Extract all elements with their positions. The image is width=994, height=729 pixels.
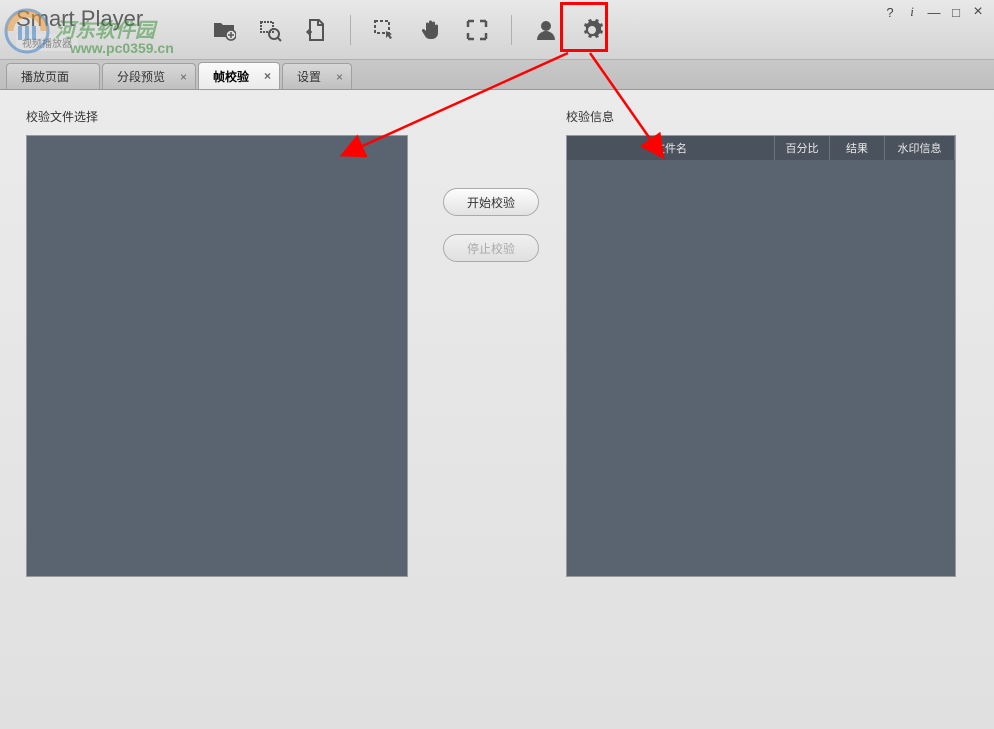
tab-segment-preview[interactable]: 分段预览 × [102, 63, 196, 89]
folder-add-icon[interactable] [210, 16, 238, 44]
select-region-icon[interactable] [371, 16, 399, 44]
help-button[interactable]: ? [882, 4, 898, 20]
document-export-icon[interactable] [302, 16, 330, 44]
window-controls: ? i — □ × [882, 4, 986, 20]
middle-panel: 开始校验 停止校验 [436, 108, 546, 711]
maximize-button[interactable]: □ [948, 4, 964, 20]
content-area: 校验文件选择 开始校验 停止校验 校验信息 文件名 百分比 结果 水印信息 [0, 90, 994, 729]
verify-info-label: 校验信息 [566, 108, 968, 125]
stop-verify-button: 停止校验 [443, 234, 539, 262]
file-select-label: 校验文件选择 [26, 108, 416, 125]
app-title: Smart Player [16, 6, 143, 32]
hand-pan-icon[interactable] [417, 16, 445, 44]
close-icon[interactable]: × [264, 69, 271, 83]
close-icon[interactable]: × [180, 70, 187, 84]
minimize-button[interactable]: — [926, 4, 942, 20]
tab-label: 分段预览 [117, 68, 165, 85]
toolbar [210, 0, 606, 60]
tab-label: 播放页面 [21, 68, 69, 85]
header-watermark[interactable]: 水印信息 [885, 136, 955, 160]
app-title-area: Smart Player 视频播放器 [16, 6, 143, 52]
header-percent[interactable]: 百分比 [775, 136, 830, 160]
verify-info-table: 文件名 百分比 结果 水印信息 [566, 135, 956, 577]
tabs-bar: 播放页面 分段预览 × 帧校验 × 设置 × [0, 60, 994, 90]
tab-settings[interactable]: 设置 × [282, 63, 352, 89]
toolbar-separator [350, 15, 351, 45]
fullscreen-icon[interactable] [463, 16, 491, 44]
user-icon[interactable] [532, 16, 560, 44]
zoom-icon[interactable] [256, 16, 284, 44]
tab-label: 设置 [297, 68, 321, 85]
header-result[interactable]: 结果 [830, 136, 885, 160]
tab-label: 帧校验 [213, 68, 249, 85]
toolbar-separator [511, 15, 512, 45]
tab-playback[interactable]: 播放页面 [6, 63, 100, 89]
info-button[interactable]: i [904, 4, 920, 20]
header-filename[interactable]: 文件名 [567, 136, 775, 160]
tab-frame-verify[interactable]: 帧校验 × [198, 62, 280, 89]
left-panel: 校验文件选择 [26, 108, 416, 711]
title-bar: 河东软件园 www.pc0359.cn Smart Player 视频播放器 [0, 0, 994, 60]
app-subtitle: 视频播放器 [16, 34, 78, 51]
close-window-button[interactable]: × [970, 4, 986, 20]
close-icon[interactable]: × [336, 70, 343, 84]
gear-icon[interactable] [578, 16, 606, 44]
file-select-list[interactable] [26, 135, 408, 577]
right-panel: 校验信息 文件名 百分比 结果 水印信息 [566, 108, 968, 711]
table-header-row: 文件名 百分比 结果 水印信息 [567, 136, 955, 160]
start-verify-button[interactable]: 开始校验 [443, 188, 539, 216]
